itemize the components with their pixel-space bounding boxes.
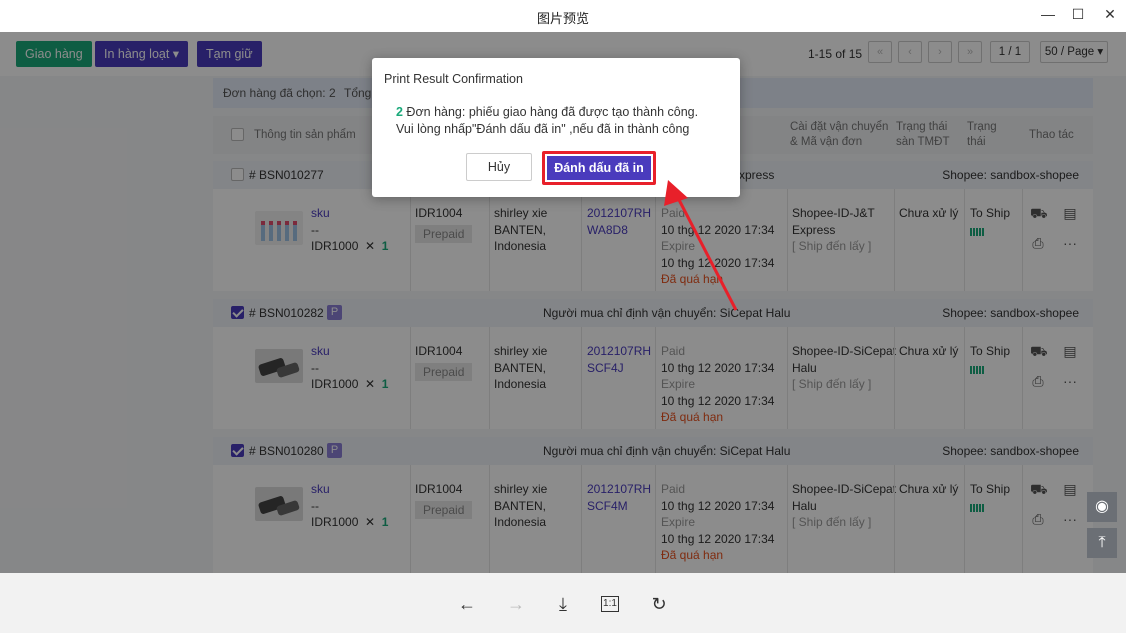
annotation-arrow xyxy=(664,180,738,311)
arrow-shaft xyxy=(674,193,738,311)
minimize-button[interactable]: — xyxy=(1034,4,1062,24)
actual-size-icon[interactable]: 1:1 xyxy=(601,596,619,612)
previous-image-icon[interactable]: ← xyxy=(456,593,478,615)
image-viewer: Giao hàng In hàng loạt ▾ Tạm giữ 1-15 of… xyxy=(0,32,1126,573)
next-image-icon[interactable]: → xyxy=(505,593,527,615)
viewer-controls: ← → ⤓ 1:1 ↻ xyxy=(0,573,1126,633)
rotate-icon[interactable]: ↻ xyxy=(648,593,670,615)
arrow-head xyxy=(664,180,688,206)
download-icon[interactable]: ⤓ xyxy=(552,593,574,615)
window-titlebar: 图片预览 — ☐ ✕ xyxy=(0,0,1126,32)
close-button[interactable]: ✕ xyxy=(1096,4,1124,24)
maximize-button[interactable]: ☐ xyxy=(1064,4,1092,24)
support-chat-icon[interactable]: ◉ xyxy=(1087,492,1117,522)
back-to-top-icon[interactable]: ⤒ xyxy=(1087,528,1117,558)
window-title: 图片预览 xyxy=(536,11,589,26)
